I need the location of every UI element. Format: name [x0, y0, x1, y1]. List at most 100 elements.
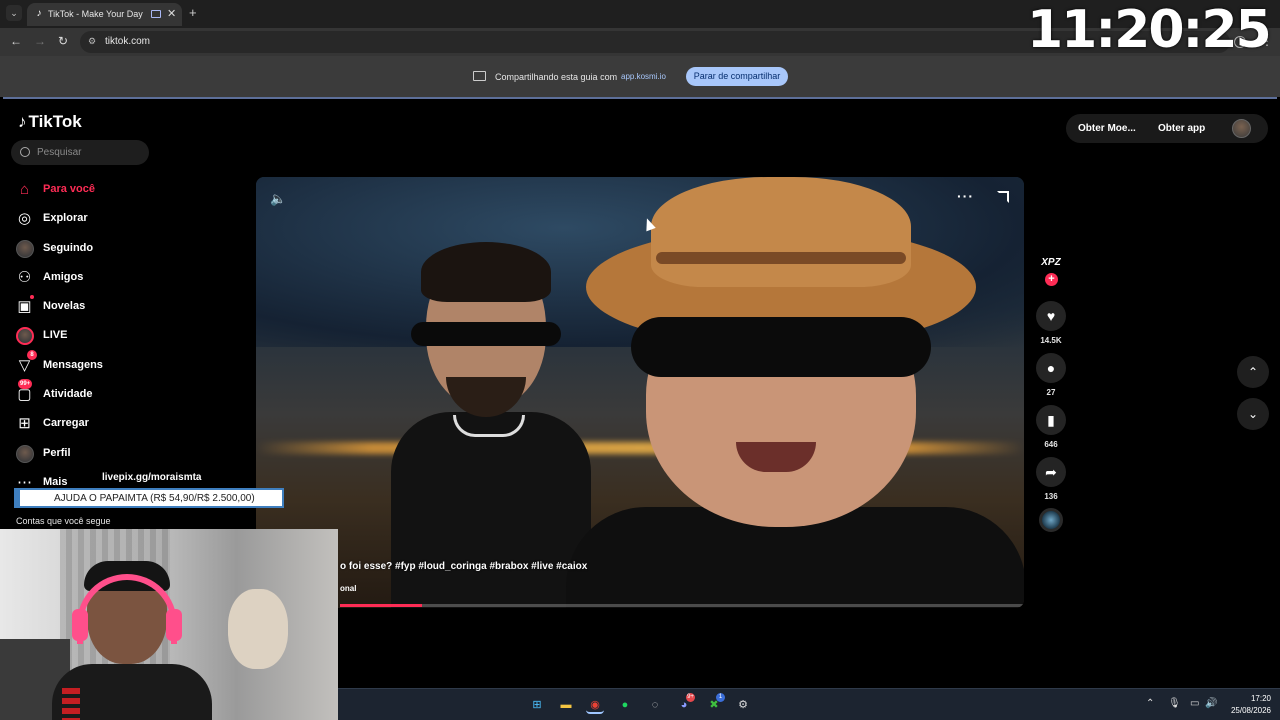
follow-plus-icon[interactable]: + — [1045, 273, 1058, 286]
speaker-icon[interactable]: 🔊 — [1205, 698, 1217, 709]
previous-video-button[interactable]: ⌃ — [1237, 356, 1269, 388]
more-options-icon[interactable]: ··· — [957, 188, 974, 204]
volume-icon[interactable]: 🔈 — [270, 191, 286, 207]
sidebar-item-label: Explorar — [43, 212, 88, 225]
microphone-icon[interactable]: 🎙 — [1168, 698, 1181, 709]
site-settings-icon[interactable]: ⚙ — [88, 36, 96, 47]
search-box[interactable] — [11, 140, 149, 165]
activity-badge: 99+ — [18, 379, 33, 390]
screen-share-icon — [473, 71, 486, 81]
sidebar-item-label: Carregar — [43, 417, 89, 430]
stream-clock: 11:20:25 — [1027, 0, 1272, 60]
sidebar-item-seguindo[interactable]: Seguindo — [15, 235, 245, 264]
sidebar-item-para-voce[interactable]: ⌂ Para você — [15, 176, 245, 205]
sidebar-item-live[interactable]: LIVE — [15, 322, 245, 351]
sidebar-item-novelas[interactable]: ▣ Novelas — [15, 293, 245, 322]
fullscreen-icon[interactable] — [997, 191, 1009, 203]
video-player[interactable]: 🔈 ··· o foi esse? #fyp #loud_coringa #br… — [256, 177, 1024, 608]
tab-search-icon[interactable]: ⌄ — [6, 5, 22, 21]
display-icon[interactable]: ▭ — [1190, 698, 1199, 709]
forward-arrow-icon[interactable]: → — [34, 34, 46, 48]
sidebar-item-label: Atividade — [43, 388, 93, 401]
comment-icon: ● — [1046, 360, 1056, 376]
teddy-bear — [228, 589, 288, 669]
sidebar-item-label: Mais — [43, 475, 68, 488]
tiktok-logo-icon: ♪ — [18, 112, 27, 131]
search-input[interactable] — [37, 143, 142, 162]
webcam-overlay — [0, 529, 338, 720]
user-avatar[interactable] — [1232, 119, 1251, 138]
sidebar-item-explorar[interactable]: ◎ Explorar — [15, 205, 245, 234]
get-app-button[interactable]: Obter app — [1158, 123, 1205, 134]
home-icon: ⌂ — [19, 181, 30, 198]
comment-count: 27 — [1046, 388, 1056, 397]
share-button[interactable]: ➦ — [1036, 457, 1066, 487]
profile-avatar-icon — [16, 444, 34, 463]
video-progress-fill — [340, 604, 423, 607]
following-accounts-heading: Contas que você segue — [16, 516, 111, 526]
tab-title: TikTok - Make Your Day — [48, 9, 143, 19]
sidebar-item-label: Seguindo — [43, 241, 94, 254]
compass-icon: ◎ — [17, 210, 32, 228]
taskbar-time[interactable]: 17:20 — [1229, 694, 1271, 703]
save-button[interactable]: ▮ — [1036, 405, 1066, 435]
sidebar-item-label: Amigos — [43, 270, 84, 283]
heart-icon: ♥ — [1046, 308, 1056, 324]
tray-chevron-icon[interactable]: ⌃ — [1146, 698, 1154, 709]
streamer — [52, 561, 212, 720]
music-disc-icon[interactable] — [1039, 508, 1063, 532]
messages-badge: 8 — [27, 349, 37, 360]
back-arrow-icon[interactable]: ← — [10, 34, 22, 48]
donation-url: livepix.gg/moraismta — [102, 472, 202, 483]
sidebar-item-perfil[interactable]: Perfil — [15, 440, 245, 469]
new-tab-icon[interactable]: + — [189, 5, 197, 20]
stop-sharing-button[interactable]: Parar de compartilhar — [686, 67, 788, 86]
tiktok-logo[interactable]: ♪ TikTok — [18, 112, 82, 132]
tiktok-favicon-icon: ♪ — [36, 8, 42, 19]
reload-icon[interactable]: ↻ — [58, 34, 68, 48]
sidebar-item-label: Mensagens — [43, 358, 103, 371]
sidebar-item-carregar[interactable]: ⊞ Carregar — [15, 410, 245, 439]
tab-close-icon[interactable]: ✕ — [167, 7, 176, 20]
chevron-down-icon: ⌄ — [1247, 407, 1259, 421]
video-person-right — [566, 177, 1024, 608]
following-avatar-icon — [16, 239, 34, 258]
sidebar-item-label: Perfil — [43, 446, 71, 459]
sidebar-item-mensagens[interactable]: ▽ 8 Mensagens — [15, 349, 245, 381]
sidebar-item-amigos[interactable]: ⚇ Amigos — [15, 264, 245, 293]
bookmark-icon: ▮ — [1047, 412, 1055, 428]
app-icon[interactable]: ◌ — [646, 696, 664, 714]
video-progress-bar[interactable] — [340, 604, 1024, 607]
spotify-icon[interactable]: ● — [616, 696, 634, 714]
sharing-text: Compartilhando esta guia com — [495, 72, 618, 82]
friends-icon: ⚇ — [17, 268, 32, 286]
sharing-domain: app.kosmi.io — [621, 72, 666, 81]
sidebar-item-label: Para você — [43, 183, 95, 195]
upload-icon: ⊞ — [18, 415, 31, 433]
like-count: 14.5K — [1040, 336, 1062, 345]
sidebar-item-label: LIVE — [43, 329, 68, 342]
comment-button[interactable]: ● — [1036, 353, 1066, 383]
video-person-left — [391, 242, 591, 608]
file-explorer-icon[interactable]: ▬ — [557, 696, 575, 714]
sidebar-item-label: Novelas — [43, 300, 86, 313]
donation-goal-bar: AJUDA O PAPAIMTA (R$ 54,90/R$ 2.500,00) — [14, 488, 284, 508]
share-count: 136 — [1044, 492, 1058, 501]
xbox-badge: 1 — [716, 693, 725, 702]
chrome-icon[interactable]: ◉ — [586, 696, 604, 714]
next-video-button[interactable]: ⌄ — [1237, 398, 1269, 430]
notification-dot — [30, 295, 34, 300]
sidebar-item-atividade[interactable]: ▢ 99+ Atividade — [15, 379, 245, 410]
browser-tab[interactable]: ♪ TikTok - Make Your Day ✕ — [27, 3, 182, 26]
windows-start-icon[interactable]: ⊞ — [528, 696, 546, 714]
get-coins-button[interactable]: Obter Moe... — [1078, 123, 1136, 134]
save-count: 646 — [1044, 440, 1058, 449]
tab-sharing-bar: Compartilhando esta guia com app.kosmi.i… — [0, 56, 1280, 97]
live-icon — [16, 327, 34, 346]
header-actions: Obter Moe... Obter app — [1066, 114, 1268, 143]
like-button[interactable]: ♥ — [1036, 301, 1066, 331]
windows-taskbar: ⊞ ▬ ◉ ● ◌ ◕ 9+ ✖ 1 ⚙ ⌃ 🎙 ▭ 🔊 17:20 25/08… — [338, 688, 1280, 720]
video-music[interactable]: onal — [340, 584, 356, 593]
steam-icon[interactable]: ⚙ — [734, 696, 752, 714]
taskbar-date[interactable]: 25/08/2026 — [1218, 706, 1271, 715]
